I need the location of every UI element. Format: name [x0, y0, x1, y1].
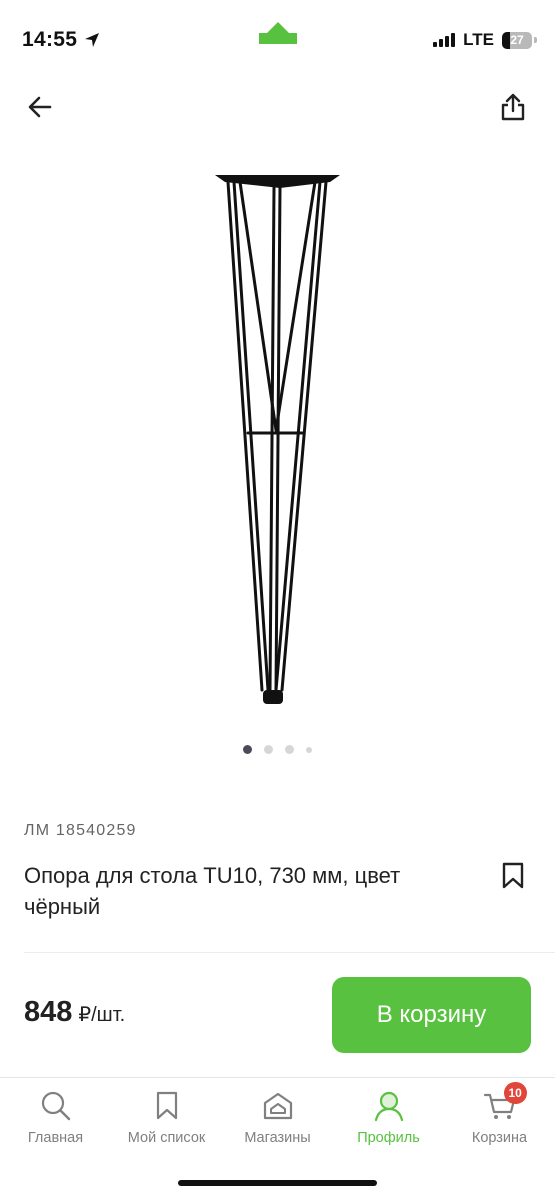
divider — [24, 952, 555, 953]
tab-label: Корзина — [471, 1130, 528, 1146]
tab-cart[interactable]: 10 Корзина — [444, 1082, 555, 1146]
pagination-dot[interactable] — [285, 745, 294, 754]
battery-icon: 27 — [502, 31, 532, 49]
product-article: ЛМ 18540259 — [24, 822, 137, 839]
back-arrow-icon — [28, 96, 52, 118]
store-icon — [260, 1088, 296, 1124]
bookmark-icon — [502, 862, 524, 889]
product-title: Опора для стола TU10, 730 мм, цвет чёрны… — [24, 863, 401, 919]
share-button[interactable] — [493, 87, 533, 127]
price-currency: ₽ — [78, 1004, 92, 1026]
back-button[interactable] — [20, 87, 60, 127]
status-bar: 14:55 LTE 27 — [0, 0, 555, 80]
leroy-merlin-logo — [255, 20, 301, 46]
price-value: 848 — [24, 996, 73, 1028]
price: 848 ₽ /шт. — [24, 996, 125, 1029]
bookmark-icon — [149, 1088, 185, 1124]
pagination-dot[interactable] — [306, 746, 312, 753]
search-icon — [38, 1088, 74, 1124]
battery-percent: 27 — [510, 33, 524, 47]
table-leg-image — [215, 175, 340, 704]
tab-home[interactable]: Главная — [0, 1088, 111, 1146]
cart-count-badge: 10 — [503, 1082, 527, 1104]
pagination-dot[interactable] — [243, 745, 252, 754]
add-to-cart-button[interactable]: В корзину — [332, 977, 531, 1053]
share-icon — [501, 93, 525, 121]
status-time-text: 14:55 — [22, 28, 78, 51]
tab-label: Магазины — [244, 1130, 311, 1146]
pagination-dot[interactable] — [264, 745, 273, 754]
tab-stores[interactable]: Магазины — [222, 1088, 333, 1146]
location-arrow-icon — [85, 33, 100, 47]
home-indicator[interactable] — [178, 1180, 377, 1186]
product-image[interactable] — [150, 160, 405, 730]
tab-label: Профиль — [357, 1130, 420, 1146]
tab-label: Главная — [27, 1130, 84, 1146]
add-to-list-button[interactable] — [493, 856, 533, 896]
price-unit: /шт. — [91, 1004, 126, 1026]
tab-profile[interactable]: Профиль — [333, 1088, 444, 1146]
tab-my-list[interactable]: Мой список — [111, 1088, 222, 1146]
profile-icon — [371, 1088, 407, 1124]
tab-label: Мой список — [127, 1130, 206, 1146]
signal-icon — [433, 33, 456, 47]
status-time: 14:55 — [22, 28, 101, 52]
network-label: LTE — [463, 30, 494, 49]
cart-icon: 10 — [482, 1082, 527, 1124]
status-indicators: LTE 27 — [433, 30, 537, 50]
top-nav — [0, 80, 555, 134]
image-pagination — [0, 745, 555, 754]
